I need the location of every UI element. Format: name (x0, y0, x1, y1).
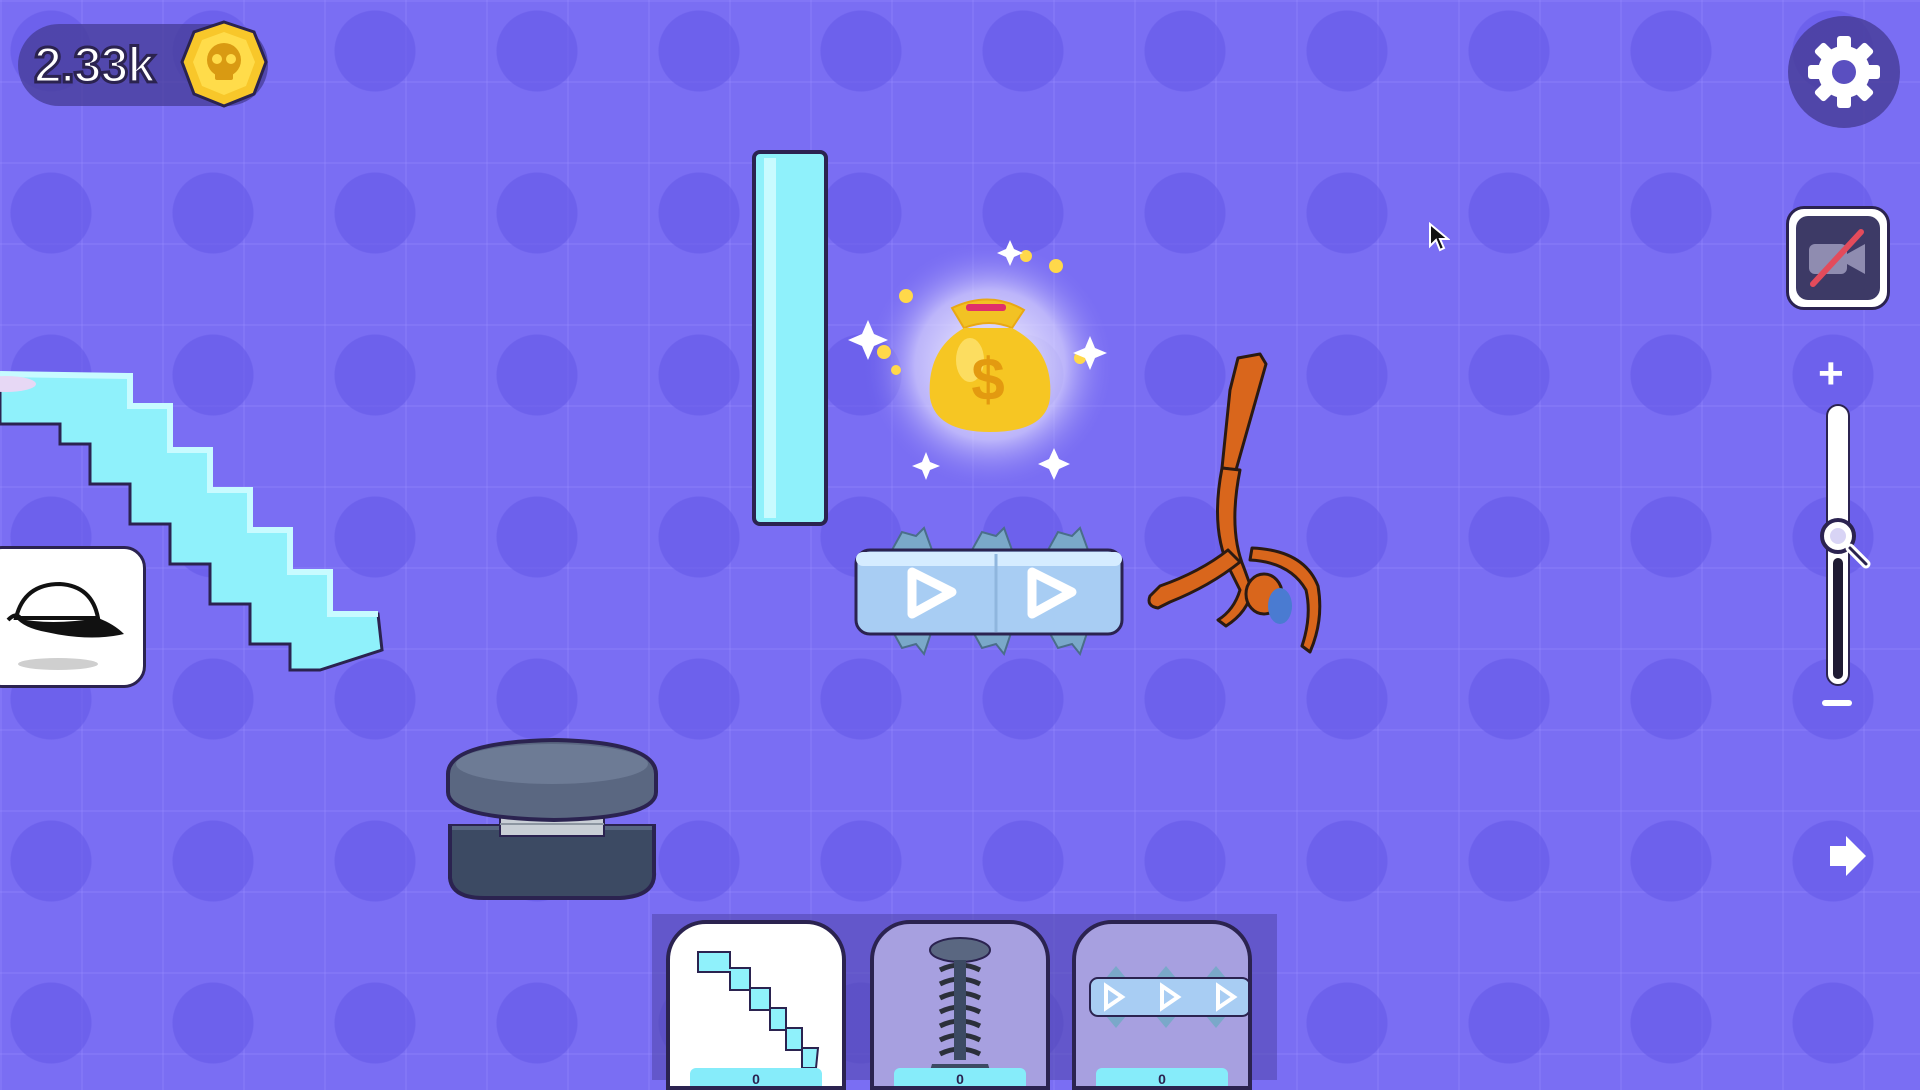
conveyor-icon (1089, 966, 1248, 1028)
svg-text:$: $ (971, 346, 1004, 413)
gear-icon (1808, 36, 1880, 108)
tool-count-stairs: 0 (690, 1068, 822, 1086)
zoom-in-button[interactable]: + (1818, 352, 1844, 396)
zoom-out-button[interactable] (1822, 700, 1852, 706)
tool-slot-stairs[interactable]: 0 (666, 920, 846, 1090)
coin-amount: 2.33k (32, 36, 156, 95)
tool-slot-conveyor[interactable]: 0 (1072, 920, 1252, 1090)
ice-stairs[interactable] (0, 360, 400, 680)
tool-count-spring: 0 (894, 1068, 1026, 1086)
zoom-slider-fill (1833, 558, 1843, 679)
stairs-icon (697, 951, 820, 1069)
item-toolbar: 0 0 0 (652, 914, 1277, 1090)
ragdoll-character (1147, 352, 1322, 654)
tool-slot-spring[interactable]: 0 (870, 920, 1050, 1090)
arrow-right-icon[interactable] (1826, 832, 1870, 880)
money-bag-pickup: $ (848, 240, 1115, 490)
spring-pad[interactable] (444, 732, 660, 904)
camera-toggle-button[interactable] (1786, 206, 1890, 310)
spring-icon (926, 937, 994, 1084)
coin-counter: 2.33k (18, 20, 268, 108)
ice-pillar[interactable] (748, 148, 836, 530)
skull-coin-icon (180, 20, 268, 108)
zoom-slider-thumb[interactable] (1814, 512, 1874, 572)
spiked-conveyor[interactable] (852, 526, 1128, 658)
mouse-cursor-icon (1429, 222, 1450, 252)
tool-count-conveyor: 0 (1096, 1068, 1228, 1086)
camera-off-icon (1809, 229, 1865, 287)
settings-button[interactable] (1788, 16, 1900, 128)
